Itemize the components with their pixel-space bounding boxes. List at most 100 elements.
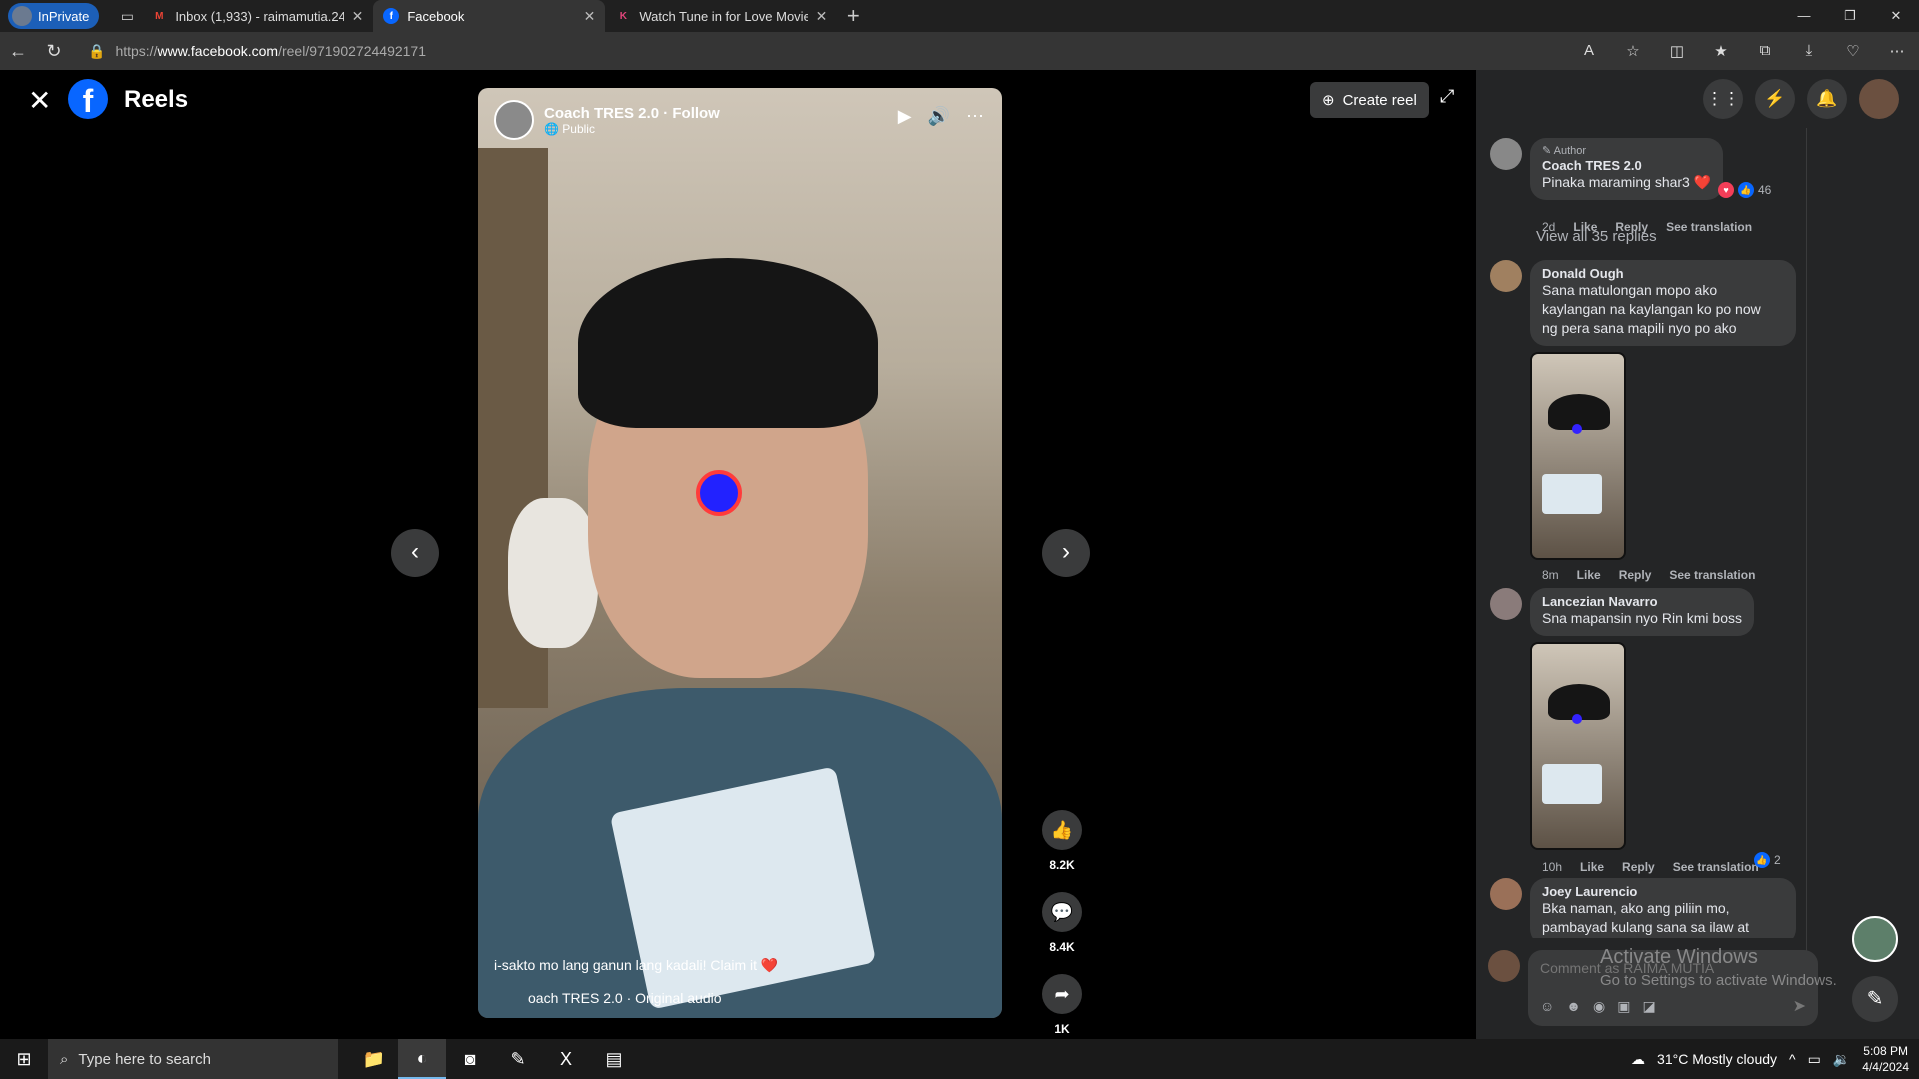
inprivate-badge[interactable]: InPrivate [8, 3, 100, 29]
network-icon[interactable]: ▭ [1808, 1051, 1821, 1068]
previous-reel-button[interactable]: ‹ [391, 529, 439, 577]
comment-author[interactable]: Coach TRES 2.0 [1542, 158, 1711, 173]
next-reel-button[interactable]: › [1042, 529, 1090, 577]
contact-avatar[interactable] [1852, 916, 1898, 962]
weather-icon[interactable]: ☁ [1631, 1051, 1645, 1068]
close-tab-icon[interactable]: ✕ [352, 8, 364, 25]
comment-image-thumbnail[interactable] [1530, 642, 1626, 850]
more-options-icon[interactable]: ⋯ [966, 106, 984, 127]
audio-label[interactable]: oach TRES 2.0 · Original audio [528, 990, 722, 1006]
refresh-icon[interactable]: ↻ [36, 41, 72, 62]
avatar[interactable] [1490, 878, 1522, 910]
downloads-icon[interactable]: ⤓ [1787, 42, 1831, 60]
like-link[interactable]: Like [1577, 568, 1601, 582]
address-bar[interactable]: 🔒 https://www.facebook.com/reel/97190272… [88, 43, 426, 60]
edge-icon[interactable]: ◐ [398, 1039, 446, 1079]
browser-tab-bar: InPrivate ▭ M Inbox (1,933) - raimamutia… [0, 0, 1919, 32]
reaction-summary[interactable]: 👍 2 [1754, 852, 1781, 868]
camera-plus-icon: ⊕ [1322, 92, 1335, 109]
reel-video[interactable]: Coach TRES 2.0 · Follow 🌐 Public ▶ 🔊 ⋯ i… [478, 88, 1002, 1018]
file-explorer-icon[interactable]: 📁 [350, 1039, 398, 1079]
avatar[interactable] [1490, 588, 1522, 620]
emoji-icon[interactable]: ☻ [1566, 998, 1581, 1015]
notepad-icon[interactable]: ▤ [590, 1039, 638, 1079]
close-viewer-icon[interactable]: ✕ [28, 84, 51, 117]
close-window-icon[interactable]: ✕ [1873, 8, 1919, 24]
video-author[interactable]: Coach TRES 2.0 · Follow [544, 105, 720, 122]
close-tab-icon[interactable]: ✕ [816, 8, 828, 25]
heartbeat-icon[interactable]: ♡ [1831, 42, 1875, 60]
composer-tools: ☺ ☻ ◉ ▣ ◪ [1540, 998, 1656, 1015]
create-reel-button[interactable]: ⊕ Create reel [1310, 82, 1429, 118]
favorite-star-icon[interactable]: ☆ [1611, 42, 1655, 60]
notifications-icon[interactable]: 🔔 [1807, 79, 1847, 119]
volume-icon[interactable]: 🔊 [928, 106, 950, 127]
comment-author[interactable]: Joey Laurencio [1542, 884, 1784, 899]
comment-icon[interactable]: 💬 [1042, 892, 1082, 932]
avatar-sticker-icon[interactable]: ☺ [1540, 998, 1554, 1015]
comment-text-line: Sna mapansin nyo Rin kmi boss [1542, 610, 1742, 626]
volume-icon[interactable]: 🔉 [1833, 1051, 1850, 1068]
like-link[interactable]: Like [1580, 860, 1604, 874]
tray-chevron-icon[interactable]: ^ [1789, 1051, 1796, 1067]
reply-link[interactable]: Reply [1619, 568, 1652, 582]
browser-toolbar-icons: A ☆ ◫ ★ ⧉ ⤓ ♡ ⋯ [1567, 42, 1919, 60]
more-menu-icon[interactable]: ⋯ [1875, 42, 1919, 60]
facebook-icon: f [383, 8, 400, 24]
split-screen-icon[interactable]: ◫ [1655, 42, 1699, 60]
comment-image-thumbnail[interactable] [1530, 352, 1626, 560]
play-icon[interactable]: ▶ [898, 106, 912, 127]
see-translation-link[interactable]: See translation [1669, 568, 1755, 582]
back-icon[interactable]: ← [0, 41, 36, 62]
fullscreen-icon[interactable]: ⤢ [1440, 86, 1454, 107]
search-icon: ⌕ [60, 1050, 69, 1068]
see-translation-link[interactable]: See translation [1666, 220, 1752, 234]
comment-time: 10h [1542, 860, 1563, 874]
weather-text[interactable]: 31°C Mostly cloudy [1657, 1051, 1777, 1067]
close-tab-icon[interactable]: ✕ [584, 8, 596, 25]
send-icon[interactable]: ➤ [1793, 996, 1806, 1016]
taskbar-search[interactable]: ⌕ Type here to search [48, 1039, 338, 1079]
collections-icon[interactable]: ⧉ [1743, 42, 1787, 60]
reply-link[interactable]: Reply [1622, 860, 1655, 874]
facebook-logo-icon[interactable]: f [68, 79, 108, 119]
tab-gmail[interactable]: M Inbox (1,933) - raimamutia.2443 ✕ [141, 0, 373, 32]
avatar[interactable] [494, 100, 534, 140]
account-avatar[interactable] [1859, 79, 1899, 119]
clock[interactable]: 5:08 PM 4/4/2024 [1862, 1043, 1909, 1075]
header-actions: ⋮⋮ ⚡ 🔔 [1476, 70, 1919, 128]
app-red-icon[interactable]: ◙ [446, 1039, 494, 1079]
profile-avatar-icon [12, 6, 32, 26]
menu-grid-icon[interactable]: ⋮⋮ [1703, 79, 1743, 119]
tab-facebook[interactable]: f Facebook ✕ [373, 0, 606, 32]
messenger-icon[interactable]: ⚡ [1755, 79, 1795, 119]
share-icon[interactable]: ➦ [1042, 974, 1082, 1014]
tab-movie[interactable]: K Watch Tune in for Love Movie or ✕ [605, 0, 837, 32]
minimize-icon[interactable]: — [1781, 8, 1827, 24]
gif-icon[interactable]: ▣ [1617, 998, 1630, 1015]
comment-author[interactable]: Donald Ough [1542, 266, 1784, 281]
app-blue-icon[interactable]: ✎ [494, 1039, 542, 1079]
avatar[interactable] [1490, 260, 1522, 292]
click-marker [696, 470, 742, 516]
read-aloud-icon[interactable]: A [1567, 42, 1611, 60]
like-icon[interactable]: 👍 [1042, 810, 1082, 850]
see-translation-link[interactable]: See translation [1673, 860, 1759, 874]
reaction-summary[interactable]: ♥ 👍 46 [1718, 182, 1771, 198]
comment-author[interactable]: Lancezian Navarro [1542, 594, 1742, 609]
sticker-icon[interactable]: ◪ [1642, 998, 1655, 1015]
tab-actions-icon[interactable]: ▭ [113, 2, 141, 30]
avatar[interactable] [1490, 138, 1522, 170]
comment-text-line: Bka naman, ako ang piliin mo, [1542, 900, 1730, 916]
windows-start-icon[interactable]: ⊞ [0, 1049, 48, 1070]
restore-icon[interactable]: ❐ [1827, 8, 1873, 24]
page-title: Reels [124, 86, 189, 113]
lock-icon: 🔒 [88, 42, 106, 59]
view-all-replies-link[interactable]: View all 35 replies [1536, 228, 1657, 245]
new-tab-button[interactable]: + [837, 3, 869, 29]
new-message-icon[interactable]: ✎ [1852, 976, 1898, 1022]
favorites-icon[interactable]: ★ [1699, 42, 1743, 60]
excel-icon[interactable]: X [542, 1039, 590, 1079]
tab-title: Watch Tune in for Love Movie or [639, 8, 808, 24]
camera-icon[interactable]: ◉ [1593, 998, 1605, 1015]
